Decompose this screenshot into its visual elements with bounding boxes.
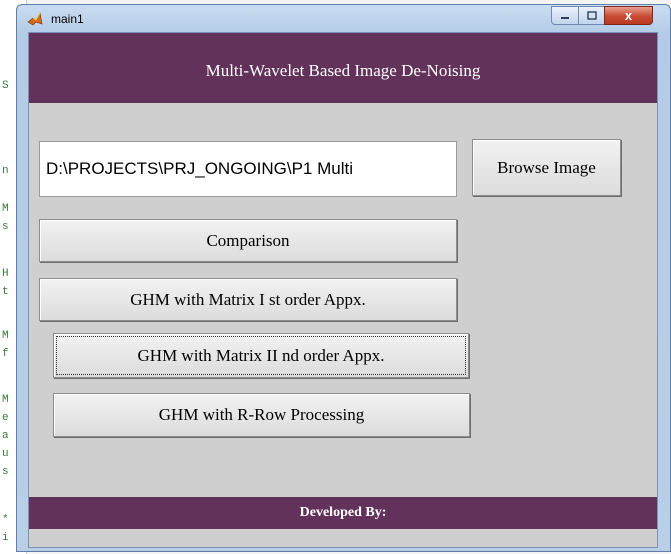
ghm-first-order-button[interactable]: GHM with Matrix I st order Appx. bbox=[39, 278, 457, 321]
maximize-button[interactable] bbox=[578, 6, 605, 25]
window-title: main1 bbox=[51, 12, 84, 26]
matlab-icon bbox=[27, 12, 43, 26]
title-bar[interactable]: main1 x bbox=[17, 5, 670, 33]
close-button[interactable]: x bbox=[604, 6, 653, 25]
header-banner: Multi-Wavelet Based Image De-Noising bbox=[29, 33, 657, 103]
page-title: Multi-Wavelet Based Image De-Noising bbox=[205, 61, 481, 80]
minimize-icon bbox=[560, 7, 570, 25]
image-path-field[interactable]: D:\PROJECTS\PRJ_ONGOING\P1 Multi bbox=[39, 141, 457, 197]
ghm-second-order-button[interactable]: GHM with Matrix II nd order Appx. bbox=[53, 333, 469, 378]
figure-panel: Multi-Wavelet Based Image De-Noising D:\… bbox=[28, 32, 658, 548]
ghm-r-row-button[interactable]: GHM with R-Row Processing bbox=[53, 393, 470, 437]
close-icon: x bbox=[624, 8, 633, 23]
app-window: main1 x Multi-Wavelet Based Image De-Noi… bbox=[16, 4, 671, 552]
browse-image-button[interactable]: Browse Image bbox=[472, 139, 621, 196]
maximize-icon bbox=[586, 7, 597, 25]
footer-banner: Developed By: bbox=[29, 497, 657, 529]
comparison-button[interactable]: Comparison bbox=[39, 219, 457, 262]
developed-by-label: Developed By: bbox=[299, 505, 387, 520]
minimize-button[interactable] bbox=[551, 6, 579, 25]
